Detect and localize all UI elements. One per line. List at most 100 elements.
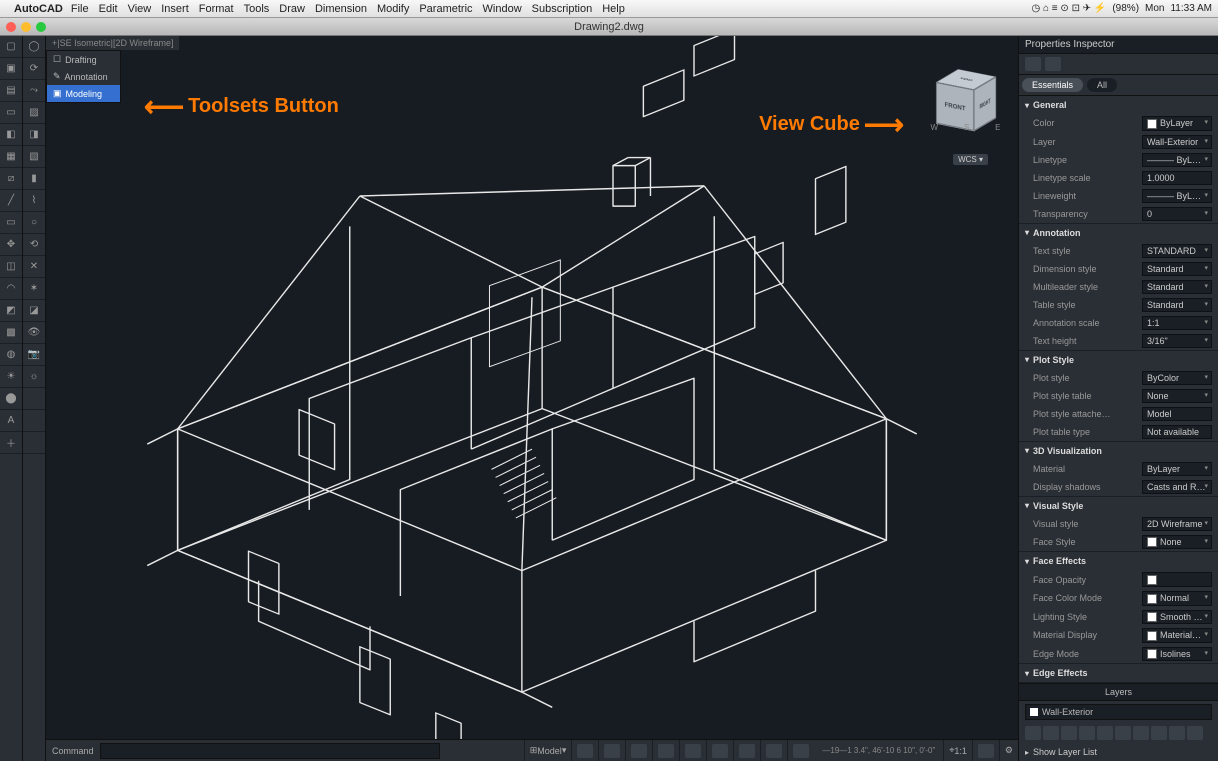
layer-lock-icon[interactable] [1061, 726, 1077, 740]
tool-light-icon[interactable]: ☀ [0, 366, 22, 388]
property-value[interactable]: Casts and R… [1142, 480, 1212, 494]
sb-otrack-icon[interactable] [706, 740, 733, 761]
menu-draw[interactable]: Draw [279, 3, 305, 15]
menu-insert[interactable]: Insert [161, 3, 189, 15]
toolset-item-modeling[interactable]: ▣ Modeling [47, 85, 120, 102]
tool-null-icon[interactable] [23, 388, 45, 410]
model-space-button[interactable]: ⊞ Model ▾ [524, 740, 572, 761]
props-mode-icon[interactable] [1025, 57, 1041, 71]
section-header-faceeffects[interactable]: Face Effects [1019, 552, 1218, 570]
app-name[interactable]: AutoCAD [14, 3, 63, 15]
property-value[interactable]: 0 [1142, 207, 1212, 221]
property-value[interactable]: Smooth … [1142, 610, 1212, 625]
tool-fillet-icon[interactable]: ◠ [0, 278, 22, 300]
section-header-annotation[interactable]: Annotation [1019, 224, 1218, 242]
tool-explode-icon[interactable]: ✶ [23, 278, 45, 300]
property-value[interactable]: None [1142, 389, 1212, 403]
property-value[interactable]: Not available [1142, 425, 1212, 439]
sb-ortho-icon[interactable] [625, 740, 652, 761]
section-header-general[interactable]: General [1019, 96, 1218, 114]
menu-view[interactable]: View [128, 3, 152, 15]
layer-color-icon[interactable] [1079, 726, 1095, 740]
property-value[interactable]: 1.0000 [1142, 171, 1212, 185]
battery-status[interactable]: (98%) [1112, 3, 1139, 14]
sb-annoscale-icon[interactable]: ⌖ 1:1 [943, 740, 972, 761]
tool-mesh-icon[interactable]: ▩ [0, 322, 22, 344]
tool-sun-icon[interactable]: ☼ [23, 366, 45, 388]
tool-view-icon[interactable]: 👁 [23, 322, 45, 344]
layer-prev-icon[interactable] [1115, 726, 1131, 740]
tool-union-icon[interactable]: ◧ [0, 124, 22, 146]
clock-time[interactable]: 11:33 AM [1170, 3, 1212, 14]
sb-annovis-icon[interactable] [972, 740, 999, 761]
tool-offset-icon[interactable]: ◫ [0, 256, 22, 278]
tool-polysolid-icon[interactable]: ▤ [0, 80, 22, 102]
tool-slice-icon[interactable]: ⧄ [0, 168, 22, 190]
property-value[interactable]: 2D Wireframe [1142, 517, 1212, 531]
property-value[interactable]: Material… [1142, 628, 1212, 643]
tool-text-icon[interactable]: A [0, 410, 22, 432]
menu-modify[interactable]: Modify [377, 3, 409, 15]
tool-edge-icon[interactable]: ▧ [23, 146, 45, 168]
property-value[interactable] [1142, 572, 1212, 587]
property-value[interactable]: ByLayer [1142, 462, 1212, 476]
tool-cylinder-icon[interactable]: ◯ [23, 36, 45, 58]
section-header-edgeeffects[interactable]: Edge Effects [1019, 664, 1218, 682]
tool-thicken-icon[interactable]: ▮ [23, 168, 45, 190]
layer-state-icon[interactable] [1151, 726, 1167, 740]
tool-subtract-icon[interactable]: ◨ [23, 124, 45, 146]
tool-section-icon[interactable]: ◩ [0, 300, 22, 322]
layer-more2-icon[interactable] [1187, 726, 1203, 740]
menu-format[interactable]: Format [199, 3, 234, 15]
menu-edit[interactable]: Edit [99, 3, 118, 15]
tool-extrude-icon[interactable]: ▣ [0, 58, 22, 80]
menu-tools[interactable]: Tools [244, 3, 270, 15]
menu-file[interactable]: File [71, 3, 89, 15]
tool-sweep-icon[interactable]: ⤳ [23, 80, 45, 102]
sb-gear-icon[interactable]: ⚙ [999, 740, 1018, 761]
tool-line-icon[interactable]: ╱ [0, 190, 22, 212]
property-value[interactable]: ——— ByL… [1142, 189, 1212, 203]
current-layer-select[interactable]: Wall-Exterior [1025, 704, 1212, 720]
view-cube[interactable]: TOP FRONT RIGHT W S E [928, 66, 1003, 141]
toolset-item-annotation[interactable]: ✎ Annotation [47, 68, 120, 85]
tool-null3-icon[interactable] [23, 432, 45, 454]
menubar-status-icon[interactable]: ◷ ⌂ ≡ ⊙ ⊡ ✈ ⚡ [1031, 3, 1106, 14]
close-icon[interactable] [6, 22, 16, 32]
menu-help[interactable]: Help [602, 3, 625, 15]
tool-circle-icon[interactable]: ○ [23, 212, 45, 234]
section-header-visualstyle[interactable]: Visual Style [1019, 497, 1218, 515]
property-value[interactable]: Isolines [1142, 647, 1212, 662]
menu-subscription[interactable]: Subscription [532, 3, 593, 15]
section-header-plotstyle[interactable]: Plot Style [1019, 351, 1218, 369]
command-input[interactable] [100, 743, 440, 759]
layer-match-icon[interactable] [1133, 726, 1149, 740]
tool-planar-icon[interactable]: ▭ [0, 102, 22, 124]
tool-polyline-icon[interactable]: ⌇ [23, 190, 45, 212]
property-value[interactable]: Model [1142, 407, 1212, 421]
sb-snap-icon[interactable] [598, 740, 625, 761]
property-value[interactable]: ——— ByL… [1142, 153, 1212, 167]
tool-erase-icon[interactable]: ✕ [23, 256, 45, 278]
property-value[interactable]: Standard [1142, 262, 1212, 276]
property-value[interactable]: ByColor [1142, 371, 1212, 385]
minimize-icon[interactable] [21, 22, 31, 32]
tool-revolve-icon[interactable]: ⟳ [23, 58, 45, 80]
show-layer-list[interactable]: Show Layer List [1019, 743, 1218, 761]
sb-trans-icon[interactable] [787, 740, 814, 761]
tool-camera-icon[interactable]: 📷 [23, 344, 45, 366]
property-value[interactable]: STANDARD [1142, 244, 1212, 258]
tool-box-icon[interactable]: ▢ [0, 36, 22, 58]
toolset-item-drafting[interactable]: ☐ Drafting [47, 51, 120, 68]
layer-more-icon[interactable] [1169, 726, 1185, 740]
property-value[interactable]: 1:1 [1142, 316, 1212, 330]
tool-face-icon[interactable]: ▦ [0, 146, 22, 168]
property-value[interactable]: 3/16" [1142, 334, 1212, 348]
menu-window[interactable]: Window [483, 3, 522, 15]
layer-iso-icon[interactable] [1097, 726, 1113, 740]
sb-lwt-icon[interactable] [760, 740, 787, 761]
tool-render-icon[interactable]: ⬤ [0, 388, 22, 410]
compass-s[interactable]: S [964, 123, 969, 143]
tool-network-icon[interactable]: ▨ [23, 102, 45, 124]
property-value[interactable]: Normal [1142, 591, 1212, 606]
